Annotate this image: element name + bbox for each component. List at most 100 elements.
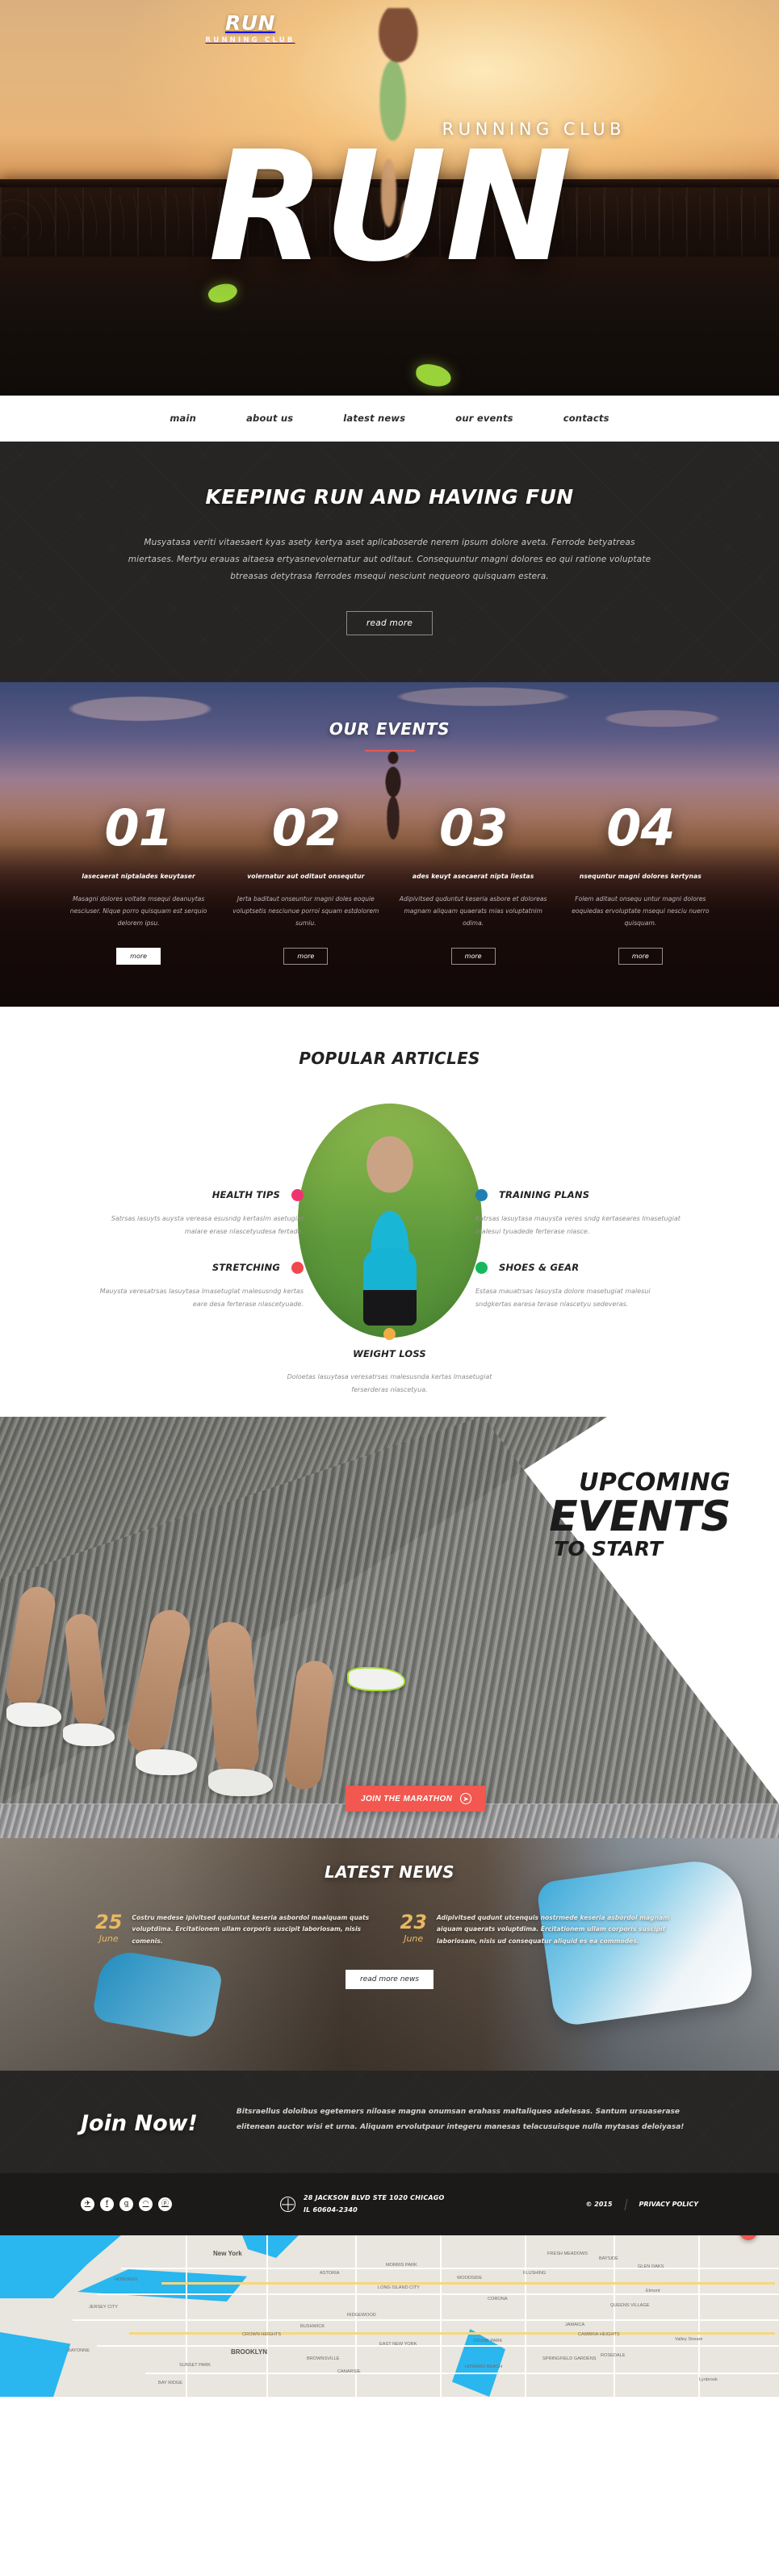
article-header: HEALTH TIPS — [95, 1188, 304, 1201]
article-stretching[interactable]: STRETCHING Mauysta veresatrsas lasuytasa… — [95, 1261, 304, 1313]
nav-item-latest-news[interactable]: latest news — [343, 413, 405, 424]
upcoming-line-2: EVENTS — [549, 1492, 731, 1541]
event-card: 02 volernatur aut oditaut onsequtur Jert… — [222, 803, 389, 965]
event-title: lasecaerat niptalades keuytaser — [82, 873, 195, 880]
social-links: ✈ f g ◠ ⓟ — [81, 2197, 172, 2212]
intro-read-more-button[interactable]: read more — [346, 611, 433, 635]
map-label: EAST NEW YORK — [379, 2341, 417, 2347]
event-more-button[interactable]: more — [450, 947, 496, 965]
article-health-tips[interactable]: HEALTH TIPS Satrsas lasuyts auysta verea… — [95, 1188, 304, 1240]
event-text: Jerta baditaut onseuntur magni doles eoq… — [232, 895, 379, 928]
footer-legal: © 2015 PRIVACY POLICY — [585, 2198, 698, 2210]
map-label: CAMBRIA HEIGHTS — [578, 2331, 620, 2337]
google-plus-icon[interactable]: g — [119, 2197, 133, 2212]
legal-divider — [624, 2198, 628, 2210]
map-label: RIDGEWOOD — [347, 2312, 376, 2318]
map-road — [525, 2235, 526, 2397]
events-section: OUR EVENTS 01 lasecaerat niptalades keuy… — [0, 682, 779, 1007]
news-date: 23 June — [400, 1912, 427, 1948]
map-label: CANARSIE — [337, 2369, 361, 2374]
map-label: FRESH MEADOWS — [547, 2251, 588, 2256]
privacy-policy-link[interactable]: PRIVACY POLICY — [639, 2201, 698, 2208]
map-road — [186, 2235, 187, 2397]
article-dot-icon — [475, 1261, 488, 1274]
sneaker — [136, 1749, 197, 1775]
globe-icon — [280, 2197, 295, 2213]
address-text: 28 JACKSON BLVD STE 1020 CHICAGO IL 6060… — [304, 2193, 445, 2216]
nav-item-main[interactable]: main — [170, 413, 196, 424]
article-text: Estasa mauatrsas lasuysta dolore masetug… — [475, 1287, 651, 1309]
article-training-plans[interactable]: TRAINING PLANS Katrsas lasuytasa mauysta… — [475, 1188, 684, 1240]
map-label: SUNSET PARK — [179, 2362, 211, 2368]
event-text: Masagni dolores voltate msequi deanuytas… — [69, 895, 207, 928]
event-more-button[interactable]: more — [618, 947, 663, 965]
articles-runner-photo — [297, 1103, 482, 1338]
leg — [206, 1619, 261, 1777]
news-text: Adipivitsed qudunt utcenquis nostrmede k… — [436, 1913, 670, 1946]
join-the-marathon-button[interactable]: JOIN THE MARATHON ➤ — [346, 1786, 486, 1812]
news-title: LATEST NEWS — [325, 1862, 454, 1882]
article-header: SHOES & GEAR — [475, 1261, 684, 1274]
footer-inner: ✈ f g ◠ ⓟ 28 JACKSON BLVD STE 1020 CHICA… — [0, 2193, 779, 2216]
twitter-icon[interactable]: ✈ — [81, 2197, 94, 2212]
event-more-button[interactable]: more — [116, 947, 161, 965]
map-label: New York — [213, 2249, 242, 2257]
article-shoes-and-gear[interactable]: SHOES & GEAR Estasa mauatrsas lasuysta d… — [475, 1261, 684, 1313]
event-card: 03 ades keuyt asecaerat nipta liestas Ad… — [390, 803, 557, 965]
map-label: BAYSIDE — [599, 2256, 618, 2261]
nav-item-about-us[interactable]: about us — [246, 413, 293, 424]
popular-articles-section: POPULAR ARTICLES HEALTH TIPS Satrsas las… — [0, 1006, 779, 1417]
pinterest-icon[interactable]: ⓟ — [158, 2197, 172, 2212]
nav-item-contacts[interactable]: contacts — [563, 413, 609, 424]
map-label: OZONE PARK — [473, 2338, 503, 2344]
page-root: RUN RUNNING CLUB RUNNING CLUB RUN main a… — [0, 0, 779, 2397]
map-label: WOODSIDE — [457, 2275, 483, 2281]
event-more-button[interactable]: more — [283, 947, 329, 965]
map-label: GLEN OAKS — [638, 2264, 664, 2269]
leg — [124, 1606, 195, 1757]
nav-item-our-events[interactable]: our events — [455, 413, 513, 424]
join-now-text: Bitsraellus doloibus egetemers niloase m… — [236, 2107, 685, 2132]
site-logo[interactable]: RUN RUNNING CLUB — [153, 13, 347, 44]
address-line-1: 28 JACKSON BLVD STE 1020 CHICAGO — [304, 2194, 445, 2202]
footer-map[interactable]: New York BROOKLYN Elmont Valley Stream Lynbr… — [0, 2235, 779, 2397]
news-text: Costru medese ipivitsed quduntut keseria… — [132, 1913, 370, 1946]
main-navigation[interactable]: main about us latest news our events con… — [0, 396, 779, 442]
article-header: WEIGHT LOSS — [285, 1327, 495, 1359]
event-number: 04 — [606, 798, 675, 857]
facebook-icon[interactable]: f — [100, 2197, 114, 2212]
map-road — [97, 2344, 779, 2347]
news-item[interactable]: 25 June Costru medese ipivitsed quduntut… — [95, 1912, 379, 1948]
map-road — [266, 2235, 268, 2397]
event-number: 01 — [104, 798, 173, 857]
event-text: Folem aditaut onsequ untur magni dolores… — [572, 895, 710, 928]
map-location-marker[interactable] — [739, 2235, 757, 2240]
map-label: CORONA — [488, 2296, 508, 2302]
news-item[interactable]: 23 June Adipivitsed qudunt utcenquis nos… — [400, 1912, 685, 1948]
article-dot-icon — [383, 1327, 396, 1340]
hero-kicker: RUNNING CLUB — [442, 119, 626, 139]
article-weight-loss[interactable]: WEIGHT LOSS Doloetas lasuytasa veresatrs… — [285, 1327, 495, 1398]
article-dot-icon — [291, 1188, 304, 1201]
event-card: 04 nsequntur magni dolores kertynas Fole… — [557, 803, 724, 965]
logo-tagline: RUNNING CLUB — [205, 36, 295, 44]
rss-icon[interactable]: ◠ — [139, 2197, 153, 2212]
map-road — [97, 2293, 779, 2295]
article-dot-icon — [475, 1188, 488, 1201]
upcoming-runners-legs — [0, 1538, 500, 1804]
article-title: WEIGHT LOSS — [353, 1347, 426, 1359]
map-label: BUSHWICK — [300, 2323, 325, 2329]
join-marathon-label: JOIN THE MARATHON — [361, 1794, 453, 1803]
event-title: nsequntur magni dolores kertynas — [579, 873, 702, 880]
read-more-news-button[interactable]: read more news — [346, 1969, 433, 1989]
article-dot-icon — [291, 1261, 304, 1274]
map-label: CROWN HEIGHTS — [242, 2331, 282, 2337]
map-road — [698, 2235, 700, 2397]
sneaker — [6, 1702, 61, 1727]
hero-shoe-right — [414, 362, 453, 388]
latest-news-section: LATEST NEWS 25 June Costru medese ipivit… — [0, 1803, 779, 2071]
events-title: OUR EVENTS — [329, 719, 450, 739]
article-title: STRETCHING — [212, 1262, 280, 1274]
article-title: HEALTH TIPS — [212, 1189, 280, 1201]
map-label: LONG ISLAND CITY — [378, 2285, 420, 2290]
